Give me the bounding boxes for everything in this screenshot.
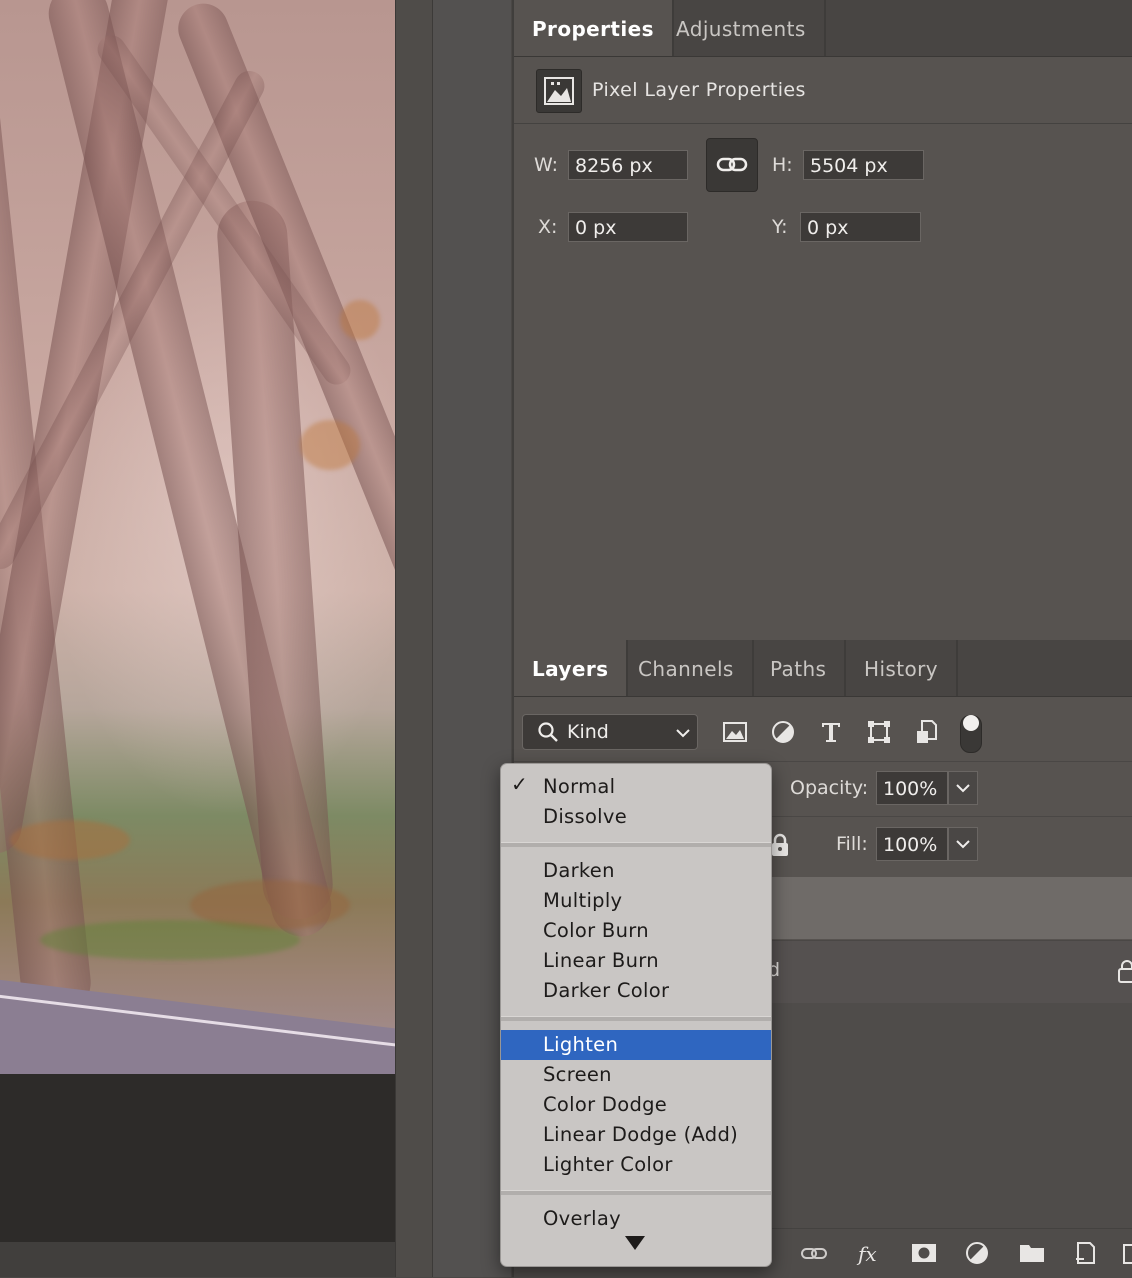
canvas-scrollbar[interactable]: [0, 1242, 432, 1277]
blend-mode-normal[interactable]: Normal: [501, 772, 771, 802]
fill-label: Fill:: [836, 833, 868, 855]
svg-text:fx: fx: [856, 1242, 877, 1266]
forest-photo[interactable]: [0, 0, 395, 1074]
blend-mode-overlay[interactable]: Overlay: [501, 1204, 771, 1234]
layer-lock-icon[interactable]: [1118, 959, 1132, 987]
height-field[interactable]: 5504 px: [803, 150, 924, 180]
x-label: X:: [538, 216, 558, 238]
filter-kind-select[interactable]: Kind: [522, 714, 698, 750]
x-field[interactable]: 0 px: [568, 212, 688, 242]
type-filter-icon[interactable]: [818, 719, 844, 745]
shape-filter-icon[interactable]: [866, 719, 892, 745]
pixel-layer-icon: [536, 69, 582, 113]
group-folder-icon[interactable]: [1018, 1241, 1046, 1265]
properties-header: Pixel Layer Properties: [514, 57, 1132, 124]
tab-properties[interactable]: Properties: [514, 0, 674, 56]
link-dimensions-button[interactable]: [706, 138, 758, 192]
height-label: H:: [772, 154, 793, 176]
blend-mode-linear-burn[interactable]: Linear Burn: [501, 946, 771, 976]
adjustment-filter-icon[interactable]: [770, 719, 796, 745]
menu-separator: [501, 1190, 771, 1195]
menu-separator: [501, 842, 771, 847]
fill-field[interactable]: 100%: [876, 827, 948, 861]
new-layer-icon[interactable]: [1072, 1241, 1100, 1265]
lock-icon[interactable]: [770, 833, 790, 861]
fx-icon[interactable]: fx: [856, 1241, 884, 1266]
scroll-down-arrow-icon[interactable]: [625, 1236, 645, 1250]
filter-toggle-knob: [963, 715, 979, 731]
blend-mode-color-burn[interactable]: Color Burn: [501, 916, 771, 946]
blend-mode-lighter-color[interactable]: Lighter Color: [501, 1150, 771, 1180]
search-icon: [537, 721, 559, 747]
properties-title: Pixel Layer Properties: [592, 79, 806, 101]
width-field[interactable]: 8256 px: [568, 150, 688, 180]
blend-mode-menu: ✓ Normal Dissolve Darken Multiply Color …: [500, 763, 772, 1267]
chain-link-icon: [707, 157, 757, 195]
tab-paths[interactable]: Paths: [752, 640, 847, 696]
blend-mode-lighten[interactable]: Lighten: [501, 1030, 771, 1060]
width-label: W:: [534, 154, 559, 176]
adjustment-layer-icon[interactable]: [964, 1241, 992, 1265]
blend-mode-darker-color[interactable]: Darker Color: [501, 976, 771, 1006]
blend-mode-linear-dodge[interactable]: Linear Dodge (Add): [501, 1120, 771, 1150]
opacity-label: Opacity:: [790, 777, 869, 799]
menu-separator: [501, 1016, 771, 1021]
layers-tabbar: Layers Channels Paths History: [514, 640, 1132, 697]
opacity-dropdown-button[interactable]: [948, 771, 978, 805]
blend-mode-multiply[interactable]: Multiply: [501, 886, 771, 916]
properties-tabbar: Properties Adjustments: [514, 0, 1132, 57]
opacity-field[interactable]: 100%: [876, 771, 948, 805]
blend-mode-color-dodge[interactable]: Color Dodge: [501, 1090, 771, 1120]
pixel-filter-icon[interactable]: [722, 719, 748, 745]
trash-icon[interactable]: [1122, 1241, 1132, 1265]
panel-divider[interactable]: [395, 0, 433, 1277]
blend-mode-darken[interactable]: Darken: [501, 856, 771, 886]
blend-mode-dissolve[interactable]: Dissolve: [501, 802, 771, 832]
tab-history[interactable]: History: [846, 640, 958, 696]
smart-object-filter-icon[interactable]: [914, 719, 940, 745]
chevron-down-icon: [675, 725, 691, 744]
y-label: Y:: [772, 216, 788, 238]
blend-mode-screen[interactable]: Screen: [501, 1060, 771, 1090]
fill-dropdown-button[interactable]: [948, 827, 978, 861]
layers-filter-toolbar: Kind: [514, 697, 1132, 762]
link-layers-icon[interactable]: [800, 1241, 828, 1265]
filter-kind-label: Kind: [567, 721, 609, 743]
tab-channels[interactable]: Channels: [620, 640, 754, 696]
canvas-pasteboard: [0, 1074, 395, 1242]
layer-mask-icon[interactable]: [910, 1241, 938, 1265]
tab-layers[interactable]: Layers: [514, 640, 629, 696]
y-field[interactable]: 0 px: [800, 212, 921, 242]
tab-adjustments[interactable]: Adjustments: [658, 0, 826, 56]
